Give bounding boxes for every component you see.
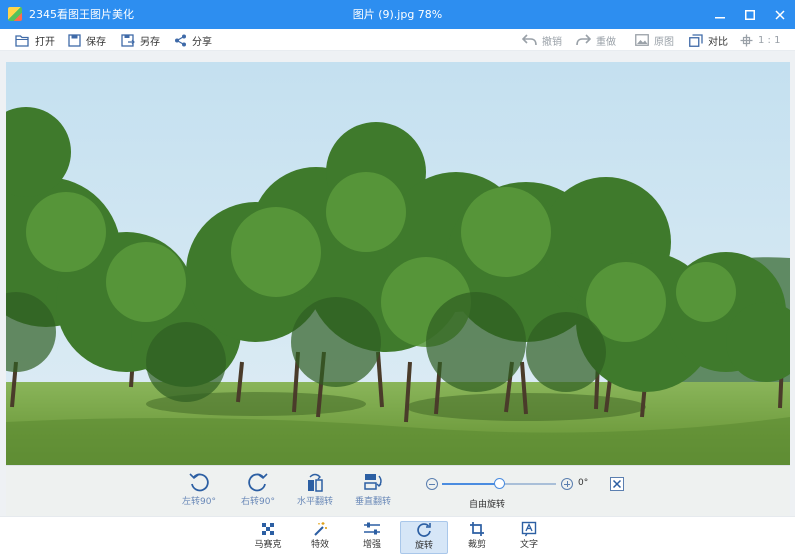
rotate-right-icon	[248, 473, 268, 492]
rotate-panel: 左转90° 右转90° 水平翻转 垂直翻转 0° 自由旋转	[6, 465, 790, 516]
minimize-icon	[715, 16, 725, 18]
flip-horizontal-icon	[308, 473, 323, 492]
mosaic-tool[interactable]: 马赛克	[244, 521, 292, 554]
undo-button[interactable]: 撤销	[522, 29, 562, 51]
share-icon	[175, 34, 186, 46]
save-icon	[68, 33, 81, 47]
open-button[interactable]: 打开	[15, 29, 55, 51]
enhance-tool[interactable]: 增强	[348, 521, 396, 554]
close-panel-icon	[612, 479, 622, 489]
title-bar[interactable]: 2345看图王图片美化 图片 (9).jpg 78%	[0, 0, 795, 29]
free-rotate-label: 自由旋转	[469, 500, 506, 510]
free-rotate-slider[interactable]	[442, 478, 556, 489]
minimize-button[interactable]	[705, 0, 735, 29]
effects-tool[interactable]: 特效	[296, 521, 344, 554]
rotate-left-button[interactable]: 左转90°	[171, 471, 227, 513]
flip-horizontal-label: 水平翻转	[296, 497, 333, 507]
share-button[interactable]: 分享	[174, 29, 212, 51]
magic-wand-icon	[314, 522, 327, 536]
effects-label: 特效	[310, 540, 329, 550]
photo	[6, 62, 790, 516]
close-button[interactable]	[765, 0, 795, 29]
save-label: 保存	[86, 36, 106, 48]
enhance-label: 增强	[362, 540, 381, 550]
sliders-icon	[364, 522, 380, 535]
undo-label: 撤销	[542, 36, 562, 48]
compare-label: 对比	[708, 36, 728, 48]
slider-knob[interactable]	[494, 478, 505, 489]
crop-label: 裁剪	[467, 540, 486, 550]
mosaic-icon	[262, 523, 274, 535]
app-window: 2345看图王图片美化 图片 (9).jpg 78% 打开 保存 另存 分享 撤…	[0, 0, 795, 556]
slider-plus-button[interactable]	[561, 478, 573, 490]
image-canvas[interactable]	[0, 51, 795, 516]
close-icon	[775, 9, 785, 20]
open-label: 打开	[35, 36, 55, 48]
save-as-button[interactable]: 另存	[121, 29, 160, 51]
rotate-right-label: 右转90°	[241, 497, 275, 507]
redo-icon	[576, 34, 591, 46]
crop-tool[interactable]: 裁剪	[453, 521, 501, 554]
flip-horizontal-button[interactable]: 水平翻转	[287, 471, 343, 513]
rotate-label: 旋转	[414, 541, 433, 551]
original-label: 原图	[654, 36, 674, 48]
rotate-icon	[417, 523, 431, 537]
close-panel-button[interactable]	[610, 477, 624, 491]
flip-vertical-button[interactable]: 垂直翻转	[345, 471, 401, 513]
rotate-left-icon	[189, 473, 209, 492]
toolbar: 打开 保存 另存 分享 撤销 重做 原图 对比 1: 1	[0, 29, 795, 51]
rotate-tool[interactable]: 旋转	[400, 521, 448, 554]
photo-image	[6, 62, 790, 516]
app-title: 2345看图王图片美化	[29, 8, 134, 21]
text-icon	[521, 521, 537, 537]
save-as-icon	[121, 33, 135, 47]
bottom-toolbar: 马赛克 特效 增强 旋转 裁剪 文字	[0, 516, 795, 556]
redo-label: 重做	[596, 36, 616, 48]
image-icon	[635, 34, 649, 46]
save-as-label: 另存	[140, 36, 160, 48]
angle-value: 0°	[578, 478, 589, 488]
actual-size-button[interactable]: 1 : 1	[740, 29, 780, 51]
maximize-icon	[745, 9, 755, 20]
compare-button[interactable]: 对比	[689, 29, 728, 51]
rotate-left-label: 左转90°	[182, 497, 216, 507]
maximize-button[interactable]	[735, 0, 765, 29]
actual-size-label: 1 : 1	[758, 34, 781, 46]
text-tool[interactable]: 文字	[505, 521, 553, 554]
app-logo-icon	[8, 7, 22, 21]
crop-icon	[470, 522, 484, 536]
slider-fill	[442, 483, 499, 485]
slider-minus-button[interactable]	[426, 478, 438, 490]
folder-icon	[15, 34, 29, 47]
rotate-right-button[interactable]: 右转90°	[230, 471, 286, 513]
share-label: 分享	[192, 36, 212, 48]
save-button[interactable]: 保存	[68, 29, 106, 51]
undo-icon	[522, 34, 537, 46]
flip-vertical-icon	[364, 474, 382, 490]
text-label: 文字	[519, 540, 538, 550]
compare-icon	[689, 33, 703, 47]
move-icon	[740, 34, 753, 46]
mosaic-label: 马赛克	[254, 540, 282, 550]
redo-button[interactable]: 重做	[576, 29, 616, 51]
original-button[interactable]: 原图	[635, 29, 674, 51]
flip-vertical-label: 垂直翻转	[354, 497, 391, 507]
